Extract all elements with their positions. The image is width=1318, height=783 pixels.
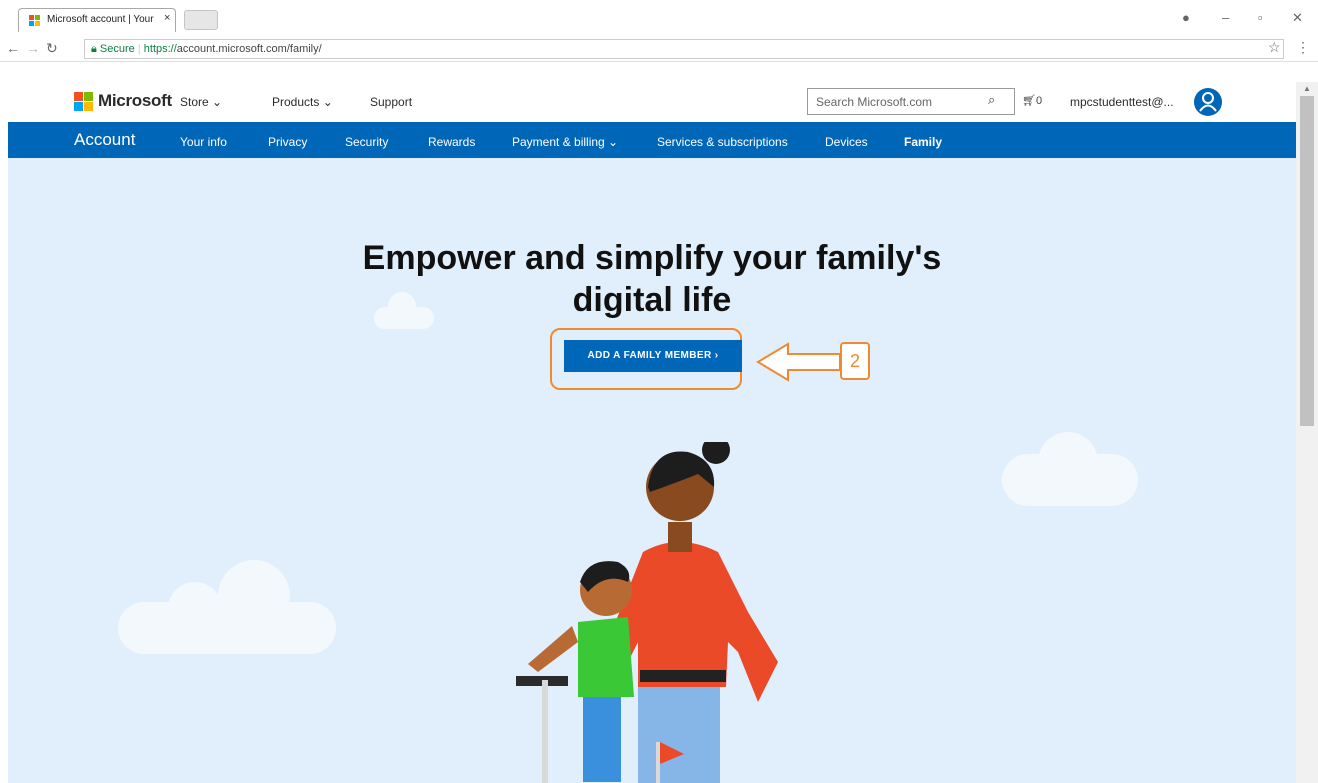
tab-security[interactable]: Security bbox=[345, 135, 388, 149]
url-scheme: https:// bbox=[143, 43, 177, 55]
browser-toolbar: ← → ↻ 🔒︎ Secure | https://account.micros… bbox=[0, 36, 1318, 62]
tab-your-info[interactable]: Your info bbox=[180, 135, 227, 149]
new-tab-button[interactable] bbox=[184, 10, 218, 30]
back-icon[interactable]: ← bbox=[6, 40, 20, 56]
family-illustration bbox=[516, 442, 778, 783]
site-header: Microsoft Store ⌄ Products ⌄ Support Sea… bbox=[8, 82, 1296, 122]
add-family-member-button[interactable]: ADD A FAMILY MEMBER › bbox=[564, 340, 742, 372]
microsoft-logo-icon[interactable] bbox=[74, 92, 94, 112]
scrollbar-thumb[interactable] bbox=[1300, 96, 1314, 426]
nav-support[interactable]: Support bbox=[370, 95, 412, 109]
tab-rewards[interactable]: Rewards bbox=[428, 135, 475, 149]
bookmark-star-icon[interactable]: ☆ bbox=[1268, 39, 1281, 56]
microsoft-logo-icon bbox=[29, 15, 41, 27]
secure-label: Secure bbox=[99, 43, 135, 55]
annotation-arrow-icon bbox=[756, 342, 841, 382]
avatar-icon[interactable] bbox=[1194, 88, 1222, 116]
browser-tab[interactable]: Microsoft account | Your × bbox=[18, 8, 176, 32]
forward-icon[interactable]: → bbox=[26, 40, 40, 56]
tab-title: Microsoft account | Your bbox=[47, 14, 154, 25]
tab-devices[interactable]: Devices bbox=[825, 135, 868, 149]
tab-family[interactable]: Family bbox=[904, 135, 942, 149]
menu-icon[interactable]: ⋮ bbox=[1296, 39, 1310, 56]
tab-close-icon[interactable]: × bbox=[164, 12, 170, 24]
nav-products[interactable]: Products ⌄ bbox=[272, 95, 333, 109]
nav-store[interactable]: Store ⌄ bbox=[180, 95, 222, 109]
reload-icon[interactable]: ↻ bbox=[46, 40, 58, 57]
tab-payment-billing[interactable]: Payment & billing ⌄ bbox=[512, 135, 618, 149]
profile-icon[interactable]: ● bbox=[1182, 10, 1190, 25]
tab-privacy[interactable]: Privacy bbox=[268, 135, 307, 149]
account-nav: Account Your info Privacy Security Rewar… bbox=[8, 122, 1296, 158]
lock-icon: 🔒︎ bbox=[91, 43, 97, 55]
minimize-icon[interactable]: – bbox=[1222, 10, 1229, 25]
account-title[interactable]: Account bbox=[74, 130, 135, 150]
search-input[interactable]: Search Microsoft.com bbox=[807, 88, 1015, 115]
brand-name[interactable]: Microsoft bbox=[98, 91, 172, 111]
cart-count: 0 bbox=[1035, 95, 1043, 107]
cart-icon[interactable]: 🛒︎0 bbox=[1022, 94, 1042, 107]
hero-title: Empower and simplify your family's digit… bbox=[362, 239, 942, 319]
tab-strip: Microsoft account | Your × ● – ▫ ✕ bbox=[0, 0, 1318, 36]
tab-services-subscriptions[interactable]: Services & subscriptions bbox=[657, 135, 788, 149]
address-bar[interactable]: 🔒︎ Secure | https://account.microsoft.co… bbox=[84, 39, 1284, 59]
scroll-up-icon[interactable]: ▲ bbox=[1303, 84, 1311, 93]
vertical-scrollbar[interactable]: ▲ bbox=[1296, 82, 1318, 783]
close-window-icon[interactable]: ✕ bbox=[1292, 10, 1303, 26]
user-name[interactable]: mpcstudenttest@... bbox=[1070, 95, 1174, 109]
search-icon[interactable]: ⌕ bbox=[988, 92, 995, 108]
annotation-step-number: 2 bbox=[840, 342, 870, 380]
page-viewport: Microsoft Store ⌄ Products ⌄ Support Sea… bbox=[8, 82, 1296, 783]
url-path: account.microsoft.com/family/ bbox=[176, 43, 322, 55]
restore-icon[interactable]: ▫ bbox=[1258, 10, 1263, 25]
browser-window: Microsoft account | Your × ● – ▫ ✕ ← → ↻… bbox=[0, 0, 1318, 783]
